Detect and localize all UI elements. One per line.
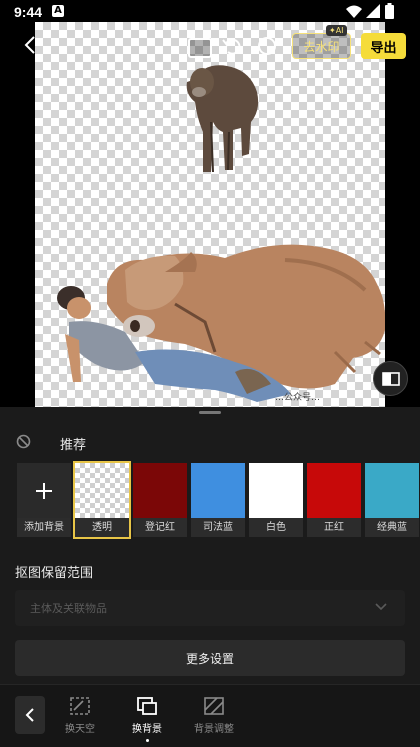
remove-watermark-button[interactable]: 去水印 [292, 33, 351, 59]
signal-icon [366, 4, 380, 18]
recommend-tab[interactable]: 推荐 [60, 434, 86, 453]
notification-icon: A [52, 5, 64, 17]
color-swatch [191, 463, 245, 518]
background-option-label: 登记红 [133, 518, 187, 537]
background-option-label: 司法蓝 [191, 518, 245, 537]
ai-badge: ✦AI [326, 25, 347, 36]
watermark-text: …公众号… [275, 392, 320, 403]
back-button[interactable] [16, 30, 44, 60]
chevron-left-icon [24, 36, 35, 54]
toolbar-item-label: 换背景 [132, 724, 162, 735]
replace-sky-icon [70, 697, 90, 715]
toolbar-item-background-adjust[interactable]: 背景调整 [184, 696, 244, 735]
no-background-icon[interactable] [16, 434, 31, 449]
drag-handle[interactable] [199, 411, 221, 414]
undo-icon[interactable] [222, 36, 244, 56]
active-indicator [145, 739, 149, 742]
replace-background-icon [137, 697, 157, 715]
image-canvas[interactable]: …公众号… [35, 22, 385, 407]
color-swatch [307, 463, 361, 518]
hd-icon[interactable] [188, 38, 212, 58]
collapse-back-button[interactable] [15, 696, 45, 734]
chevron-left-icon [25, 708, 34, 722]
compare-icon [381, 371, 400, 386]
small-cow-cutout [186, 65, 259, 173]
compare-button[interactable] [373, 361, 408, 396]
toolbar-item-sky[interactable]: 换天空 [50, 696, 110, 735]
status-bar: 9:44 A [0, 0, 420, 24]
background-option-registration-red[interactable]: 登记红 [133, 463, 187, 537]
chevron-down-icon [375, 603, 387, 611]
background-option-label: 透明 [75, 518, 129, 537]
keep-range-title: 抠图保留范围 [15, 566, 94, 581]
more-settings-button[interactable]: 更多设置 [15, 640, 405, 676]
background-option-add[interactable]: 添加背景 [17, 463, 71, 537]
export-button[interactable]: 导出 [361, 33, 406, 59]
redo-icon[interactable] [256, 35, 278, 57]
toolbar-item-label: 背景调整 [194, 724, 234, 735]
transparent-swatch [75, 463, 129, 518]
background-option-label: 白色 [249, 518, 303, 537]
cutout-subject-image: …公众号… [57, 65, 385, 403]
wifi-icon [346, 5, 362, 18]
color-swatch [249, 463, 303, 518]
toolbar-item-label: 换天空 [65, 724, 95, 735]
color-swatch [133, 463, 187, 518]
status-time: 9:44 [14, 4, 43, 20]
background-option-white[interactable]: 白色 [249, 463, 303, 537]
color-swatch [365, 463, 419, 518]
toolbar-item-background[interactable]: 换背景 [117, 696, 177, 742]
keep-range-select[interactable]: 主体及关联物品 [15, 590, 405, 626]
background-adjust-icon [204, 697, 224, 715]
background-option-pure-red[interactable]: 正红 [307, 463, 361, 537]
battery-icon [385, 3, 394, 19]
background-option-judicial-blue[interactable]: 司法蓝 [191, 463, 245, 537]
background-option-transparent[interactable]: 透明 [73, 461, 131, 539]
background-option-classic-blue[interactable]: 经典蓝 [365, 463, 420, 537]
background-option-label: 添加背景 [17, 518, 71, 537]
background-option-label: 经典蓝 [365, 518, 419, 537]
keep-range-value: 主体及关联物品 [30, 602, 107, 615]
background-option-label: 正红 [307, 518, 361, 537]
plus-icon [17, 463, 71, 518]
